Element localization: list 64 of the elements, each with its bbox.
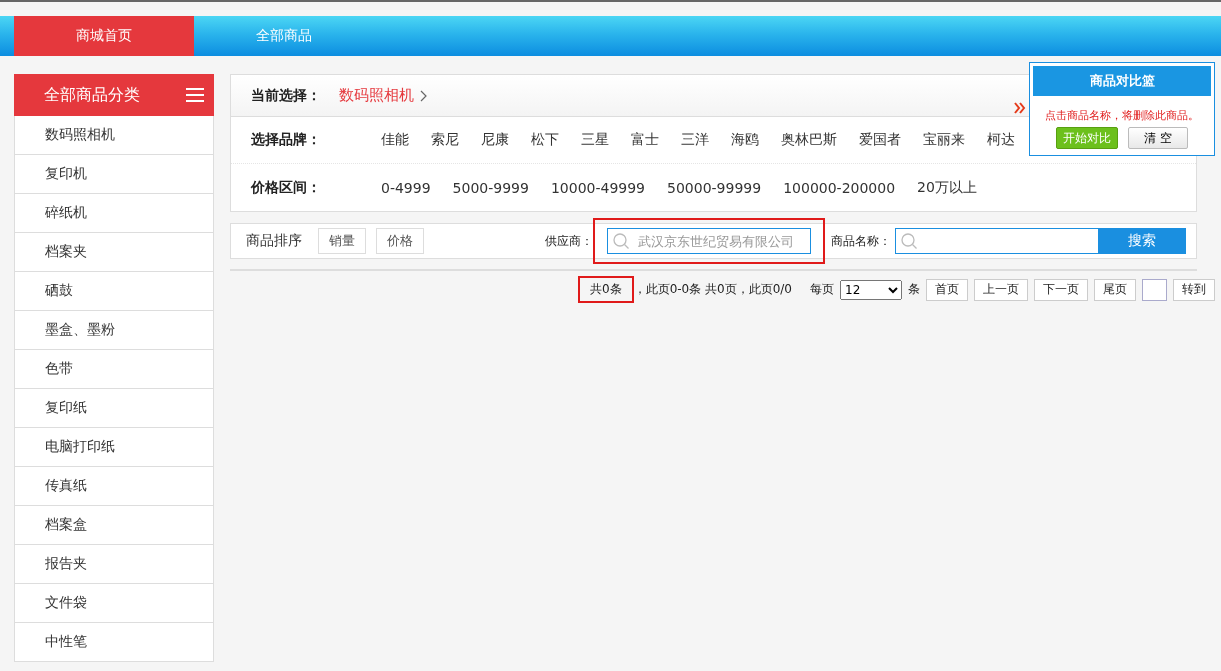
- brand-link[interactable]: 爱国者: [859, 131, 901, 149]
- supplier-field[interactable]: 武汉京东世纪贸易有限公司: [607, 228, 811, 254]
- category-item[interactable]: 报告夹: [15, 545, 213, 584]
- brand-link[interactable]: 佳能: [381, 131, 409, 149]
- brand-link[interactable]: 奥林巴斯: [781, 131, 837, 149]
- page-number-field[interactable]: [1142, 278, 1167, 301]
- brand-link[interactable]: 宝丽来: [923, 131, 965, 149]
- category-item[interactable]: 中性笔: [15, 623, 213, 662]
- supplier-label: 供应商：: [545, 232, 593, 250]
- chevron-right-icon: [420, 89, 428, 102]
- price-label: 价格区间：: [251, 178, 322, 197]
- category-item[interactable]: 复印机: [15, 155, 213, 194]
- brand-link[interactable]: 尼康: [481, 131, 509, 149]
- category-item[interactable]: 数码照相机: [15, 116, 213, 155]
- current-selection-link[interactable]: 数码照相机: [339, 86, 428, 105]
- double-chevron-icon[interactable]: [1014, 102, 1026, 114]
- go-button[interactable]: 转到: [1173, 278, 1215, 301]
- brand-link[interactable]: 柯达: [987, 131, 1015, 149]
- product-name-field[interactable]: [895, 228, 1098, 254]
- page-summary: ，此页0-0条 共0页，此页0/0: [633, 281, 792, 298]
- category-item[interactable]: 复印纸: [15, 389, 213, 428]
- page-button[interactable]: 下一页: [1034, 278, 1088, 301]
- product-name-label: 商品名称：: [831, 232, 891, 250]
- brand-link[interactable]: 松下: [531, 131, 559, 149]
- category-item[interactable]: 档案夹: [15, 233, 213, 272]
- price-link[interactable]: 0-4999: [381, 179, 431, 196]
- price-link[interactable]: 10000-49999: [550, 179, 646, 196]
- brand-link[interactable]: 三星: [581, 131, 609, 149]
- sort-button[interactable]: 价格: [376, 228, 424, 254]
- category-item[interactable]: 传真纸: [15, 467, 213, 506]
- per-page-unit: 条: [908, 281, 920, 298]
- sort-button[interactable]: 销量: [318, 228, 366, 254]
- per-page-label: 每页: [810, 281, 834, 298]
- compare-hint: 点击商品名称，将删除此商品。: [1044, 108, 1200, 123]
- brand-label: 选择品牌：: [251, 131, 322, 149]
- brand-link[interactable]: 索尼: [431, 131, 459, 149]
- clear-button[interactable]: 清 空: [1128, 127, 1188, 149]
- page-button[interactable]: 首页: [926, 278, 968, 301]
- category-title: 全部商品分类: [44, 84, 140, 106]
- category-item[interactable]: 色带: [15, 350, 213, 389]
- price-link[interactable]: 5000-9999: [452, 179, 529, 196]
- total-count: 共0条: [578, 276, 634, 303]
- category-item[interactable]: 墨盒、墨粉: [15, 311, 213, 350]
- sort-label: 商品排序: [246, 232, 302, 250]
- category-item[interactable]: 碎纸机: [15, 194, 213, 233]
- price-link[interactable]: 20万以上: [917, 178, 977, 197]
- compare-basket-title: 商品对比篮: [1033, 66, 1211, 96]
- category-item[interactable]: 档案盒: [15, 506, 213, 545]
- current-selection-label: 当前选择：: [251, 86, 321, 105]
- page-button[interactable]: 尾页: [1094, 278, 1136, 301]
- page-button[interactable]: 上一页: [974, 278, 1028, 301]
- search-icon: [900, 232, 918, 250]
- price-link[interactable]: 100000-200000: [783, 179, 896, 196]
- category-item[interactable]: 电脑打印纸: [15, 428, 213, 467]
- brand-link[interactable]: 三洋: [681, 131, 709, 149]
- per-page-select[interactable]: 12: [840, 279, 902, 300]
- brand-link[interactable]: 海鸥: [731, 131, 759, 149]
- category-item[interactable]: 文件袋: [15, 584, 213, 623]
- search-icon: [612, 232, 630, 250]
- brand-link[interactable]: 富士: [631, 131, 659, 149]
- nav-tab[interactable]: 商城首页: [14, 16, 194, 56]
- menu-icon[interactable]: [186, 87, 204, 103]
- price-link[interactable]: 50000-99999: [667, 179, 762, 196]
- category-item[interactable]: 硒鼓: [15, 272, 213, 311]
